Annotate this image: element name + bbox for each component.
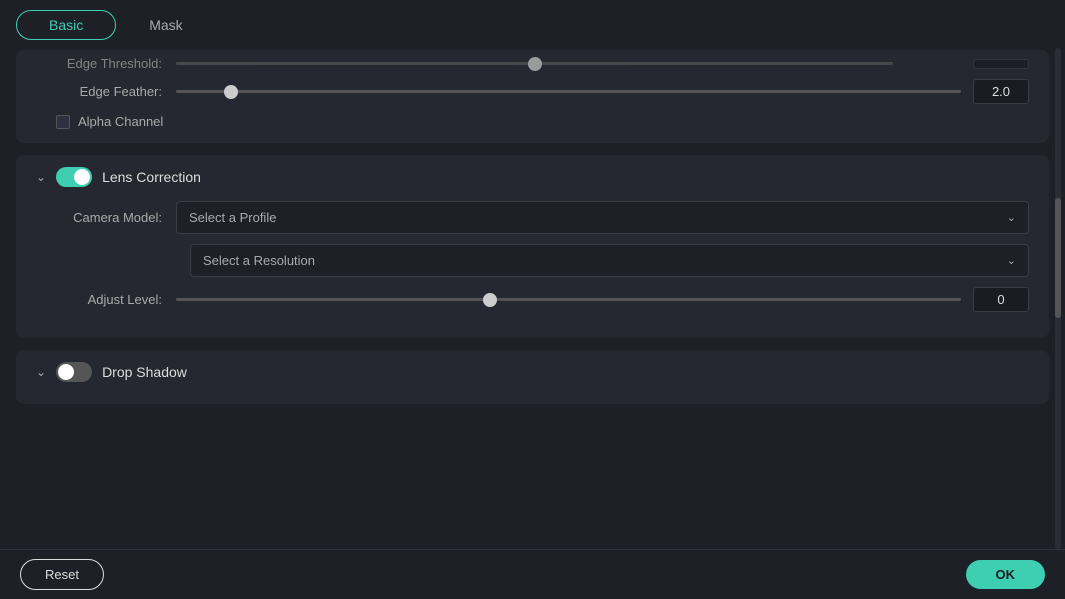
alpha-channel-checkbox[interactable] bbox=[56, 115, 70, 129]
edge-threshold-label: Edge Threshold: bbox=[36, 56, 176, 71]
lens-correction-toggle[interactable] bbox=[56, 167, 92, 187]
resolution-chevron-icon: ⌄ bbox=[1007, 254, 1016, 267]
camera-model-dropdown[interactable]: Select a Profile ⌄ bbox=[176, 201, 1029, 234]
scrollbar-thumb[interactable] bbox=[1055, 198, 1061, 318]
lens-correction-panel: ⌄ Lens Correction Camera Model: Select a… bbox=[16, 155, 1049, 338]
resolution-dropdown-container: Select a Resolution ⌄ bbox=[190, 244, 1029, 277]
edge-threshold-display[interactable] bbox=[973, 59, 1029, 69]
alpha-channel-label: Alpha Channel bbox=[78, 114, 163, 129]
adjust-level-slider-container bbox=[176, 298, 961, 301]
reset-button[interactable]: Reset bbox=[20, 559, 104, 590]
lens-correction-header: ⌄ Lens Correction bbox=[36, 167, 1029, 187]
edge-threshold-slider-container bbox=[176, 59, 961, 69]
drop-shadow-toggle[interactable] bbox=[56, 362, 92, 382]
edge-feather-thumb[interactable] bbox=[224, 85, 238, 99]
adjust-level-track[interactable] bbox=[176, 298, 961, 301]
resolution-dropdown[interactable]: Select a Resolution ⌄ bbox=[190, 244, 1029, 277]
bottom-bar: Reset OK bbox=[0, 549, 1065, 599]
edge-feather-label: Edge Feather: bbox=[36, 84, 176, 99]
edge-panel: Edge Threshold: Edge Feather: 2.0 Alpha … bbox=[16, 50, 1049, 143]
edge-feather-row: Edge Feather: 2.0 bbox=[36, 79, 1029, 104]
edge-feather-slider-container bbox=[176, 90, 961, 93]
drop-shadow-toggle-knob bbox=[58, 364, 74, 380]
resolution-value: Select a Resolution bbox=[203, 253, 315, 268]
ok-button[interactable]: OK bbox=[966, 560, 1046, 589]
adjust-level-thumb[interactable] bbox=[483, 293, 497, 307]
adjust-level-row: Adjust Level: 0 bbox=[36, 287, 1029, 312]
drop-shadow-panel: ⌄ Drop Shadow bbox=[16, 350, 1049, 404]
drop-shadow-header: ⌄ Drop Shadow bbox=[36, 362, 1029, 382]
scrollbar-track bbox=[1055, 48, 1061, 549]
camera-model-value: Select a Profile bbox=[189, 210, 276, 225]
camera-model-label: Camera Model: bbox=[36, 210, 176, 225]
edge-feather-track[interactable] bbox=[176, 90, 961, 93]
tab-basic[interactable]: Basic bbox=[16, 10, 116, 40]
lens-correction-chevron[interactable]: ⌄ bbox=[36, 170, 46, 184]
tab-bar: Basic Mask bbox=[0, 0, 1065, 50]
alpha-channel-row: Alpha Channel bbox=[56, 114, 1029, 129]
lens-correction-toggle-knob bbox=[74, 169, 90, 185]
camera-model-row: Camera Model: Select a Profile ⌄ bbox=[36, 201, 1029, 234]
adjust-level-label: Adjust Level: bbox=[36, 292, 176, 307]
edge-feather-value[interactable]: 2.0 bbox=[973, 79, 1029, 104]
drop-shadow-title: Drop Shadow bbox=[102, 364, 187, 380]
camera-model-chevron-icon: ⌄ bbox=[1007, 211, 1016, 224]
edge-threshold-thumb[interactable] bbox=[528, 57, 542, 71]
drop-shadow-chevron[interactable]: ⌄ bbox=[36, 365, 46, 379]
resolution-row: Select a Resolution ⌄ bbox=[190, 244, 1029, 277]
edge-threshold-row: Edge Threshold: bbox=[36, 56, 1029, 71]
content-area: Edge Threshold: Edge Feather: 2.0 Alpha … bbox=[0, 50, 1065, 551]
edge-threshold-track[interactable] bbox=[176, 62, 893, 65]
camera-model-dropdown-container: Select a Profile ⌄ bbox=[176, 201, 1029, 234]
adjust-level-value[interactable]: 0 bbox=[973, 287, 1029, 312]
lens-correction-title: Lens Correction bbox=[102, 169, 201, 185]
tab-mask[interactable]: Mask bbox=[116, 10, 215, 40]
